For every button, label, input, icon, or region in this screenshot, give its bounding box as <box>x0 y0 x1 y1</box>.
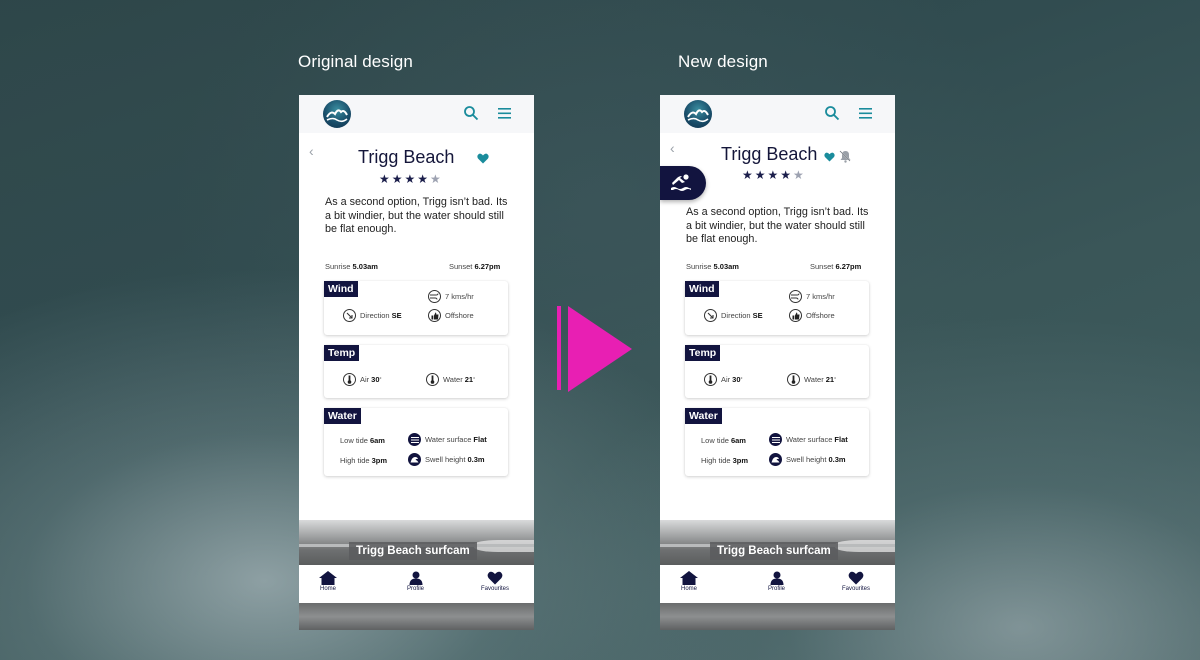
beach-description: As a second option, Trigg isn’t bad. Its… <box>325 196 508 235</box>
nav-home-label: Home <box>680 586 697 592</box>
waves-icon <box>408 433 421 446</box>
thermometer-icon <box>343 373 356 386</box>
rating-stars: ★★★★★ <box>742 168 806 182</box>
wind-speed: 7 kms/hr <box>789 290 835 303</box>
top-bar <box>299 95 534 133</box>
temp-card: Temp Air 30 ° Water 21 ° <box>324 345 508 398</box>
surfcam-label[interactable]: Trigg Beach surfcam <box>710 542 838 560</box>
air-temp: Air 30 ° <box>343 373 382 386</box>
back-chevron-icon[interactable]: ‹ <box>670 140 675 156</box>
nav-profile[interactable]: Profile <box>768 571 785 592</box>
search-icon[interactable] <box>824 105 840 121</box>
original-design-caption: Original design <box>298 52 413 71</box>
wind-direction: Direction SE <box>704 309 763 322</box>
home-icon <box>680 571 698 585</box>
sunset-text: Sunset 6.27pm <box>449 262 501 271</box>
heart-icon <box>487 571 503 585</box>
wind-icon <box>428 290 441 303</box>
app-logo-icon[interactable] <box>323 100 351 128</box>
nav-profile[interactable]: Profile <box>407 571 424 592</box>
sunrise-text: Sunrise 5.03am <box>325 262 378 271</box>
swell-height: Swell height 0.3m <box>769 453 846 466</box>
phone-new: ‹ Trigg Beach ★★★★★ As a second option, … <box>660 95 895 630</box>
bell-muted-icon[interactable] <box>839 150 852 163</box>
nav-favourites-label: Favourites <box>481 586 510 592</box>
wind-offshore: Offshore <box>428 309 474 322</box>
arrow-bar <box>557 306 561 390</box>
water-temp: Water 21 ° <box>787 373 836 386</box>
bottom-image-strip <box>299 603 534 630</box>
menu-icon[interactable] <box>498 108 511 119</box>
beach-description: As a second option, Trigg isn’t bad. Its… <box>686 206 869 245</box>
wind-direction: Direction SE <box>343 309 402 322</box>
nav-home[interactable]: Home <box>319 571 337 592</box>
nav-home[interactable]: Home <box>680 571 698 592</box>
beach-title: Trigg Beach <box>358 147 455 167</box>
surfcam-label[interactable]: Trigg Beach surfcam <box>349 542 477 560</box>
heart-icon <box>848 571 864 585</box>
low-tide: Low tide 6am <box>340 436 385 445</box>
nav-favourites-label: Favourites <box>842 586 871 592</box>
top-bar <box>660 95 895 133</box>
wind-card-title: Wind <box>685 281 719 297</box>
play-arrow-icon <box>568 306 632 392</box>
water-card: Water Low tide 6am High tide 3pm Water sur… <box>324 408 508 476</box>
nav-profile-label: Profile <box>407 586 425 592</box>
thumbs-up-icon <box>428 309 441 322</box>
app-logo-icon[interactable] <box>684 100 712 128</box>
swimmer-icon <box>671 174 691 191</box>
profile-icon <box>770 571 783 585</box>
swell-icon <box>769 453 782 466</box>
phone-original: ‹ Trigg Beach ★★★★★ As a second option, … <box>299 95 534 630</box>
profile-icon <box>409 571 422 585</box>
new-design-caption: New design <box>678 52 768 71</box>
rating-stars: ★★★★★ <box>379 172 443 186</box>
menu-icon[interactable] <box>859 108 872 119</box>
waves-icon <box>769 433 782 446</box>
thumbs-up-icon <box>789 309 802 322</box>
beach-title: Trigg Beach <box>721 144 818 164</box>
swell-icon <box>408 453 421 466</box>
nav-favourites[interactable]: Favourites <box>481 571 509 592</box>
water-surface: Water surface Flat <box>769 433 848 446</box>
search-icon[interactable] <box>463 105 479 121</box>
high-tide: High tide 3pm <box>340 456 388 465</box>
water-surface: Water surface Flat <box>408 433 487 446</box>
home-icon <box>319 571 337 585</box>
temp-card-title: Temp <box>324 345 360 361</box>
direction-arrow-icon <box>704 309 717 322</box>
temp-card-title: Temp <box>685 345 721 361</box>
thermometer-icon <box>426 373 439 386</box>
water-card: Water Low tide 6am High tide 3pm Water sur… <box>685 408 869 476</box>
swim-fab-button[interactable] <box>660 166 706 200</box>
low-tide: Low tide 6am <box>701 436 746 445</box>
air-temp: Air 30 ° <box>704 373 743 386</box>
temp-card: Temp Air 30 ° Water 21 ° <box>685 345 869 398</box>
direction-arrow-icon <box>343 309 356 322</box>
swell-height: Swell height 0.3m <box>408 453 485 466</box>
nav-favourites[interactable]: Favourites <box>842 571 870 592</box>
wind-card-title: Wind <box>324 281 358 297</box>
favourite-heart-icon[interactable] <box>824 152 835 162</box>
wind-speed: 7 kms/hr <box>428 290 474 303</box>
water-temp: Water 21 ° <box>426 373 475 386</box>
wind-card: Wind 7 kms/hr Direction SE Offshore <box>685 281 869 335</box>
wind-offshore: Offshore <box>789 309 835 322</box>
favourite-heart-icon[interactable] <box>477 153 489 164</box>
thermometer-icon <box>787 373 800 386</box>
wind-icon <box>789 290 802 303</box>
nav-profile-label: Profile <box>768 586 786 592</box>
back-chevron-icon[interactable]: ‹ <box>309 143 314 159</box>
wind-card: Wind 7 kms/hr Direction SE Offshore <box>324 281 508 335</box>
nav-home-label: Home <box>319 586 336 592</box>
high-tide: High tide 3pm <box>701 456 749 465</box>
water-card-title: Water <box>324 408 361 424</box>
water-card-title: Water <box>685 408 722 424</box>
sunrise-text: Sunrise 5.03am <box>686 262 739 271</box>
bottom-image-strip <box>660 603 895 630</box>
thermometer-icon <box>704 373 717 386</box>
sunset-text: Sunset 6.27pm <box>810 262 862 271</box>
